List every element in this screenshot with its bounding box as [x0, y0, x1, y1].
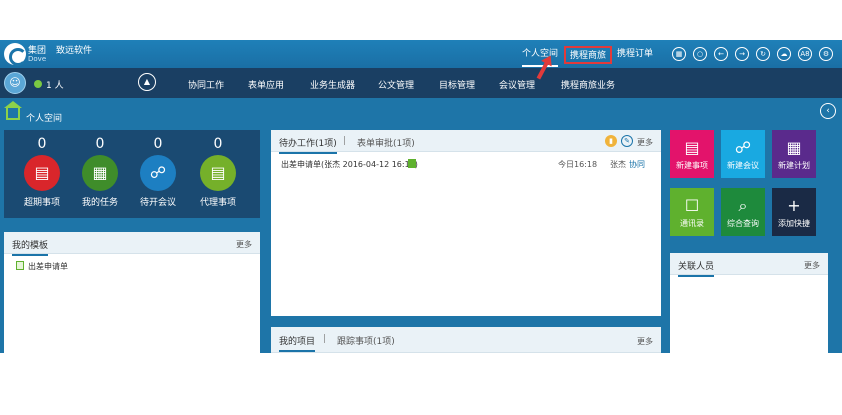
brand-english: Dove: [28, 55, 47, 63]
form-icon: [408, 159, 416, 168]
nav-item-ctrip-business[interactable]: 携程商旅业务: [561, 78, 615, 91]
tile-add-shortcut[interactable]: + 添加快捷: [772, 188, 816, 236]
pending-more-link[interactable]: 更多: [637, 137, 653, 148]
meeting-icon: ☍: [140, 155, 176, 191]
avatar[interactable]: ☺: [4, 72, 26, 94]
tile-label: 新建会议: [727, 161, 759, 170]
related-panel: 关联人员 更多: [670, 253, 828, 353]
projects-panel: 我的项目 | 跟踪事项(1项) 更多: [271, 327, 661, 353]
row-user: 张杰: [610, 160, 626, 169]
stat-count: 0: [37, 136, 47, 152]
new-item-icon: ▤: [684, 138, 700, 157]
edit-icon[interactable]: ✎: [621, 135, 633, 147]
settings-icon[interactable]: ⚙: [819, 47, 833, 61]
templates-panel: 我的模板 更多 出差申请单: [4, 232, 260, 353]
tab-tracked-items[interactable]: 跟踪事项(1项): [337, 334, 395, 347]
stat-count: 0: [153, 136, 163, 152]
new-plan-icon: ▦: [786, 138, 802, 157]
search-icon[interactable]: ○: [693, 47, 707, 61]
pending-header: 待办工作(1项) | 表单审批(1项) ▮ ✎ 更多: [271, 130, 661, 154]
stat-my-tasks[interactable]: 0 ▦ 我的任务: [70, 130, 130, 208]
top-bar: 集团 致远软件 Dove 个人空间 携程商旅 携程订单 ▦ ○ ← → ↻ ☁ …: [0, 40, 842, 68]
a8-icon[interactable]: A8: [798, 47, 812, 61]
stat-label: 待开会议: [139, 198, 176, 208]
pending-panel: 待办工作(1项) | 表单审批(1项) ▮ ✎ 更多 出差申请单(张杰 2016…: [271, 130, 661, 316]
tab-form-approval[interactable]: 表单审批(1项): [357, 136, 415, 149]
templates-header: 我的模板 更多: [4, 232, 260, 256]
tile-search[interactable]: ⌕ 综合查询: [721, 188, 765, 236]
stat-overdue[interactable]: 0 ▤ 超期事项: [12, 130, 72, 208]
collapse-icon[interactable]: ‹: [820, 103, 836, 119]
plus-icon: +: [787, 196, 801, 215]
related-header: 关联人员 更多: [670, 253, 828, 277]
logo-icon: [4, 43, 27, 66]
row-type[interactable]: 协同: [629, 159, 645, 170]
online-status-icon: [34, 80, 42, 88]
tile-label: 添加快捷: [778, 219, 810, 228]
stat-meetings[interactable]: 0 ☍ 待开会议: [128, 130, 188, 208]
tab-separator: |: [343, 136, 347, 146]
proxy-icon: ▤: [200, 155, 236, 191]
nav-bar: ☺ 1 人 ▲ 协同工作 表单应用 业务生成器 公文管理 目标管理 会议管理 携…: [0, 68, 842, 98]
nav-item-document[interactable]: 公文管理: [378, 78, 414, 91]
templates-title[interactable]: 我的模板: [12, 238, 49, 256]
nav-item-goals[interactable]: 目标管理: [439, 78, 475, 91]
refresh-icon[interactable]: ↻: [756, 47, 770, 61]
stats-panel: 0 ▤ 超期事项 0 ▦ 我的任务 0 ☍ 待开会议 0 ▤ 代理事项: [4, 130, 260, 218]
forward-icon[interactable]: →: [735, 47, 749, 61]
related-title[interactable]: 关联人员: [678, 259, 715, 277]
tile-label: 综合查询: [727, 219, 759, 228]
tab-separator: |: [323, 334, 327, 344]
stat-proxy[interactable]: 0 ▤ 代理事项: [188, 130, 248, 208]
tile-label: 新建计划: [778, 161, 810, 170]
cloud-icon[interactable]: ☁: [777, 47, 791, 61]
row-time: 今日16:18: [558, 160, 598, 169]
app-window: 集团 致远软件 Dove 个人空间 携程商旅 携程订单 ▦ ○ ← → ↻ ☁ …: [0, 40, 842, 353]
nav-item-biz-generator[interactable]: 业务生成器: [310, 78, 355, 91]
tile-label: 新建事项: [676, 161, 708, 170]
tab-my-projects[interactable]: 我的项目: [279, 334, 316, 352]
back-icon[interactable]: ←: [714, 47, 728, 61]
grid-icon[interactable]: ▦: [672, 47, 686, 61]
template-file-icon: [16, 261, 24, 270]
brand-subtitle: 致远软件: [56, 46, 93, 56]
nav-item-collaboration[interactable]: 协同工作: [188, 78, 224, 91]
stat-label: 我的任务: [81, 198, 118, 208]
magnifier-icon: ⌕: [738, 196, 748, 215]
page-title: 个人空间: [26, 114, 63, 124]
online-count: 1 人: [46, 81, 64, 91]
tile-new-item[interactable]: ▤ 新建事项: [670, 130, 714, 178]
row-title[interactable]: 出差申请单(张杰 2016-04-12 16:13): [281, 159, 418, 170]
tasks-icon: ▦: [82, 155, 118, 191]
overdue-icon: ▤: [24, 155, 60, 191]
tab-ctrip-travel[interactable]: 携程商旅: [564, 46, 613, 64]
templates-more-link[interactable]: 更多: [236, 239, 252, 250]
stat-label: 超期事项: [23, 198, 60, 208]
tile-new-plan[interactable]: ▦ 新建计划: [772, 130, 816, 178]
stat-label: 代理事项: [199, 198, 236, 208]
tile-contacts[interactable]: ☐ 通讯录: [670, 188, 714, 236]
template-item[interactable]: 出差申请单: [28, 261, 68, 272]
chart-icon[interactable]: ▮: [605, 135, 617, 147]
projects-more-link[interactable]: 更多: [637, 336, 653, 347]
stat-count: 0: [95, 136, 105, 152]
tab-pending-work[interactable]: 待办工作(1项): [279, 136, 337, 154]
new-meeting-icon: ☍: [734, 138, 752, 157]
nav-item-meetings[interactable]: 会议管理: [499, 78, 535, 91]
nav-item-form-app[interactable]: 表单应用: [248, 78, 284, 91]
related-more-link[interactable]: 更多: [804, 260, 820, 271]
projects-header: 我的项目 | 跟踪事项(1项) 更多: [271, 327, 661, 353]
contacts-icon: ☐: [684, 196, 700, 215]
nav-up-icon[interactable]: ▲: [138, 73, 156, 91]
tile-new-meeting[interactable]: ☍ 新建会议: [721, 130, 765, 178]
tile-label: 通讯录: [680, 219, 704, 228]
home-icon: [4, 101, 22, 120]
stat-count: 0: [213, 136, 223, 152]
tab-ctrip-order[interactable]: 携程订单: [617, 47, 653, 67]
